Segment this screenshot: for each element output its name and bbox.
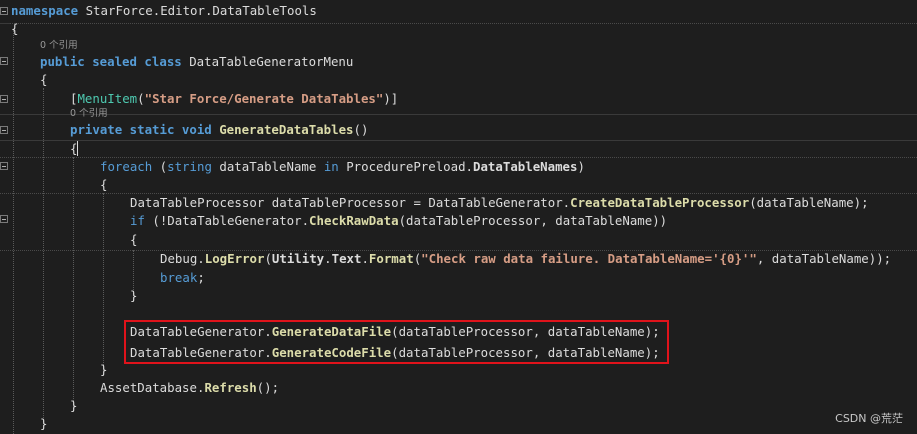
code-text: (!DataTableGenerator. [144,213,310,228]
code-line-method-decl[interactable]: private static void GenerateDataTables() [70,120,368,139]
code-line-attribute[interactable]: [MenuItem("Star Force/Generate DataTable… [70,89,398,108]
code-line-refresh[interactable]: AssetDatabase.Refresh(); [100,378,279,397]
codelens-references[interactable]: 0 个引用 [70,107,108,120]
close-brace: } [40,416,48,431]
string-literal: "Check raw data failure. DataTableName='… [421,251,757,266]
indent-guide [103,193,104,371]
code-text: . [361,251,369,266]
open-brace: { [100,177,108,192]
code-editor[interactable]: namespace StarForce.Editor.DataTableTool… [0,0,917,434]
code-line-namespace[interactable]: namespace StarForce.Editor.DataTableTool… [11,1,317,20]
indent-guide [73,157,74,411]
open-brace: { [40,72,48,87]
code-line-brace[interactable]: { [40,70,47,89]
code-line-foreach[interactable]: foreach (string dataTableName in Procedu… [100,157,585,176]
code-text: dataTableName [211,159,324,174]
code-text: AssetDatabase. [100,380,205,395]
namespace-name: StarForce.Editor.DataTableTools [78,3,317,18]
keyword: public sealed class [40,54,182,69]
text-caret [77,141,78,156]
code-text: ) [577,159,585,174]
indent-guide [43,88,44,428]
separator-line [0,23,10,24]
method-name: CreateDataTableProcessor [570,195,750,210]
fold-toggle-foreach[interactable] [0,162,8,170]
attribute-close: )] [383,91,399,106]
code-line-brace[interactable]: { [130,230,137,249]
code-text: ( [264,251,272,266]
close-brace: } [130,288,138,303]
open-brace: { [130,232,138,247]
code-line-brace[interactable]: } [40,414,47,433]
close-brace: } [70,398,78,413]
code-text: DataTableProcessor dataTableProcessor = … [130,195,571,210]
keyword: string [167,159,212,174]
attribute-type: MenuItem [77,91,138,106]
code-text: . [324,251,332,266]
highlight-box [124,320,669,364]
fold-toggle-namespace[interactable] [0,7,8,15]
code-text: ( [152,159,168,174]
indent-guide [13,30,14,434]
code-line-brace[interactable]: { [11,19,18,38]
code-text: , dataTableName)); [756,251,892,266]
keyword: break [160,270,198,285]
code-line-class-decl[interactable]: public sealed class DataTableGeneratorMe… [40,52,353,71]
keyword: if [130,213,145,228]
method-name: LogError [204,251,265,266]
open-brace: { [11,21,19,36]
fold-toggle-if[interactable] [0,215,8,223]
property-name: DataTableNames [473,159,578,174]
code-text: (dataTableProcessor, dataTableName)) [398,213,668,228]
separator-line [0,114,917,115]
string-literal: "Star Force/Generate DataTables" [144,91,384,106]
class-name: Utility [271,251,325,266]
code-text: (); [256,380,280,395]
class-name: DataTableGeneratorMenu [181,54,354,69]
close-brace: } [100,362,108,377]
keyword: namespace [11,3,79,18]
code-line-log-error[interactable]: Debug.LogError(Utility.Text.Format("Chec… [160,249,891,268]
fold-toggle-class[interactable] [0,57,8,65]
keyword: in [323,159,339,174]
code-line-brace[interactable]: } [70,396,77,415]
fold-toggle-method[interactable] [0,126,8,134]
separator-line [0,140,917,141]
class-name: Text [331,251,362,266]
method-name: Refresh [204,380,257,395]
codelens-references[interactable]: 0 个引用 [40,39,78,52]
separator-line [10,23,917,24]
code-text: Debug. [160,251,205,266]
watermark-text: CSDN @荒茫 [835,412,903,425]
code-line-brace[interactable]: } [130,286,137,305]
method-name: GenerateDataTables [211,122,354,137]
fold-toggle-attribute[interactable] [0,95,8,103]
fold-gutter [0,0,9,434]
code-line-brace[interactable]: { [100,175,107,194]
keyword: private static void [70,122,212,137]
method-name: CheckRawData [309,213,399,228]
code-line-brace[interactable]: } [100,360,107,379]
keyword: foreach [100,159,153,174]
paren: ( [137,91,145,106]
code-line-if[interactable]: if (!DataTableGenerator.CheckRawData(dat… [130,211,667,230]
code-line-create-processor[interactable]: DataTableProcessor dataTableProcessor = … [130,193,869,212]
code-text: ; [197,270,205,285]
code-line-break[interactable]: break; [160,268,205,287]
method-name: Format [368,251,414,266]
code-text: (dataTableName); [749,195,869,210]
code-text: ProcedurePreload. [338,159,474,174]
paren: () [353,122,369,137]
